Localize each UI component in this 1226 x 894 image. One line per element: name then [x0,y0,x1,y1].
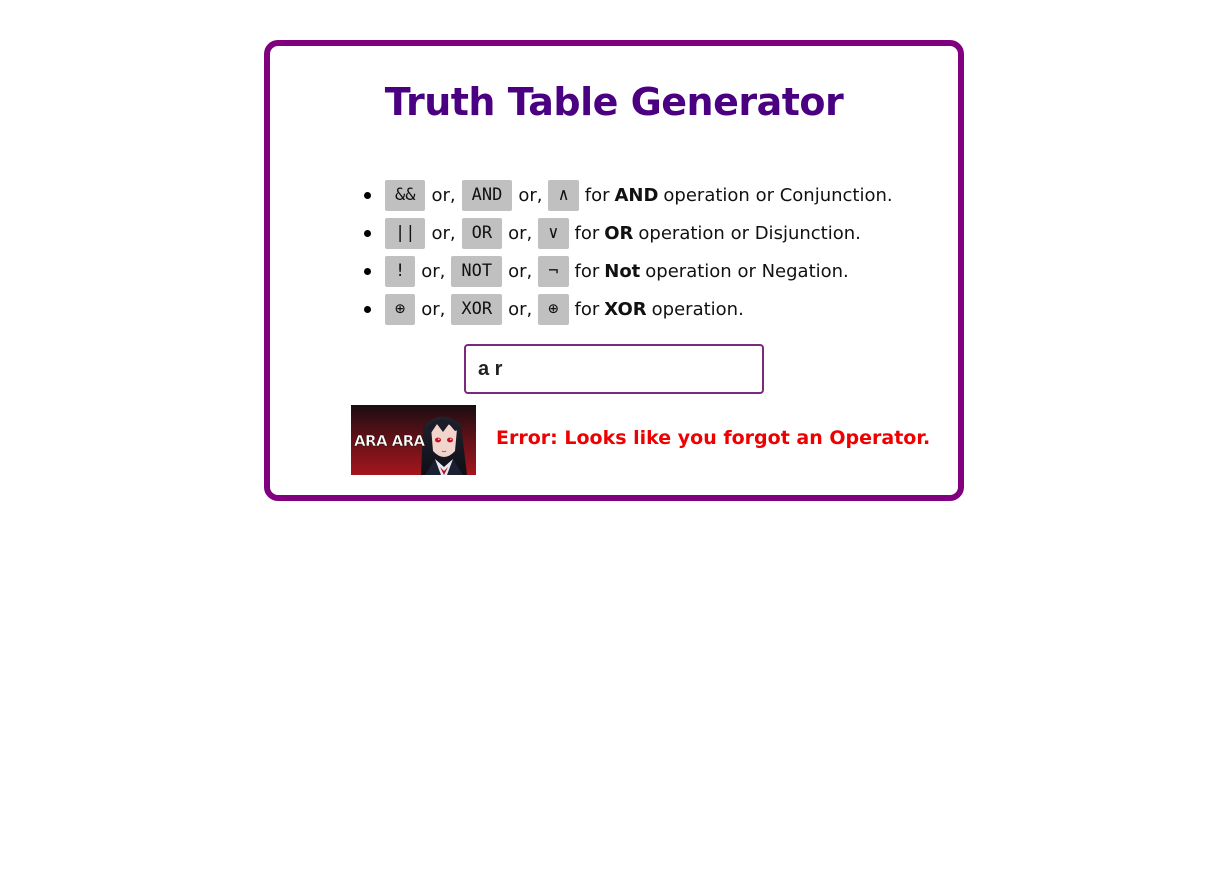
operator-description: operation. [651,298,744,320]
operator-description: operation or Negation. [645,260,849,282]
or-separator: or, [421,298,446,320]
error-message: Error: Looks like you forgot an Operator… [496,427,931,449]
operator-symbol: ∨ [538,217,569,249]
or-separator: or, [508,298,533,320]
for-word: for [574,260,600,282]
ara-ara-meme-image: ARA ARA [351,405,476,475]
list-item-not: ! or, NOT or, ¬ for Not operation or Neg… [364,252,893,290]
meme-caption: ARA ARA [354,432,426,450]
operator-symbol: ¬ [538,255,569,287]
operator-symbol: NOT [451,255,503,287]
operator-symbol: ! [385,255,416,287]
list-item-xor: ⊕ or, XOR or, ⊕ for XOR operation. [364,290,893,328]
or-separator: or, [508,260,533,282]
operator-name: XOR [604,298,647,320]
operator-symbol: ⊕ [538,293,569,325]
or-separator: or, [431,184,456,206]
for-word: for [574,222,600,244]
for-word: for [574,298,600,320]
or-separator: or, [431,222,456,244]
operator-list: && or, AND or, ∧ for AND operation or Co… [364,176,893,328]
operator-symbol: OR [461,217,503,249]
operator-symbol: XOR [451,293,503,325]
operator-description: operation or Conjunction. [663,184,893,206]
operator-description: operation or Disjunction. [638,222,861,244]
list-item-or: || or, OR or, ∨ for OR operation or Disj… [364,214,893,252]
page-title: Truth Table Generator [384,80,844,124]
operator-name: OR [604,222,634,244]
operator-symbol: && [385,179,426,211]
operator-name: AND [614,184,659,206]
or-separator: or, [508,222,533,244]
or-separator: or, [421,260,446,282]
operator-symbol: AND [461,179,513,211]
for-word: for [584,184,610,206]
operator-symbol: ∧ [548,179,579,211]
or-separator: or, [518,184,543,206]
operator-symbol: || [385,217,426,249]
generator-card: Truth Table Generator && or, AND or, ∧ f… [264,40,964,501]
expression-input[interactable] [464,344,764,394]
operator-symbol: ⊕ [385,293,416,325]
operator-name: Not [604,260,641,282]
list-item-and: && or, AND or, ∧ for AND operation or Co… [364,176,893,214]
